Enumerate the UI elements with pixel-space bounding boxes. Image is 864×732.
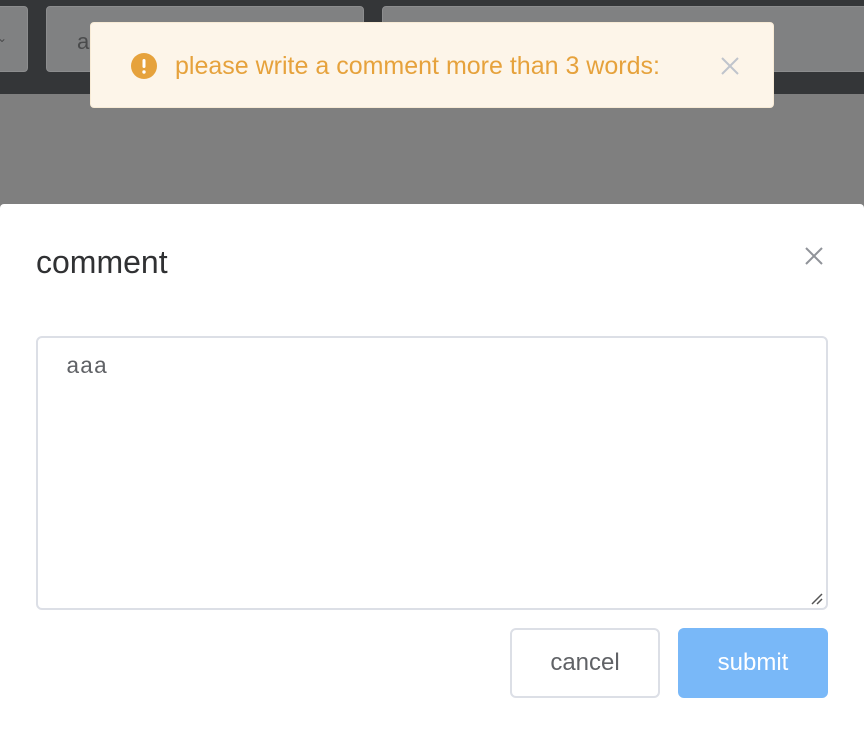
toast-close-icon[interactable] bbox=[719, 55, 741, 77]
close-icon[interactable] bbox=[802, 244, 826, 268]
comment-dialog: comment aaa cancel submit bbox=[0, 204, 864, 732]
comment-textarea[interactable]: aaa bbox=[36, 336, 828, 610]
warning-circle-icon bbox=[131, 53, 157, 79]
resize-handle-icon[interactable] bbox=[808, 590, 824, 606]
background-input-text: a bbox=[77, 29, 90, 54]
warning-toast: please write a comment more than 3 words… bbox=[90, 22, 774, 108]
comment-value: aaa bbox=[66, 354, 108, 380]
toast-message: please write a comment more than 3 words… bbox=[175, 52, 660, 80]
chevron-down-icon: ⌄ bbox=[0, 31, 8, 45]
dialog-title: comment bbox=[36, 244, 168, 280]
background-select: ⌄ bbox=[0, 6, 28, 72]
cancel-button[interactable]: cancel bbox=[510, 628, 660, 698]
submit-button[interactable]: submit bbox=[678, 628, 828, 698]
